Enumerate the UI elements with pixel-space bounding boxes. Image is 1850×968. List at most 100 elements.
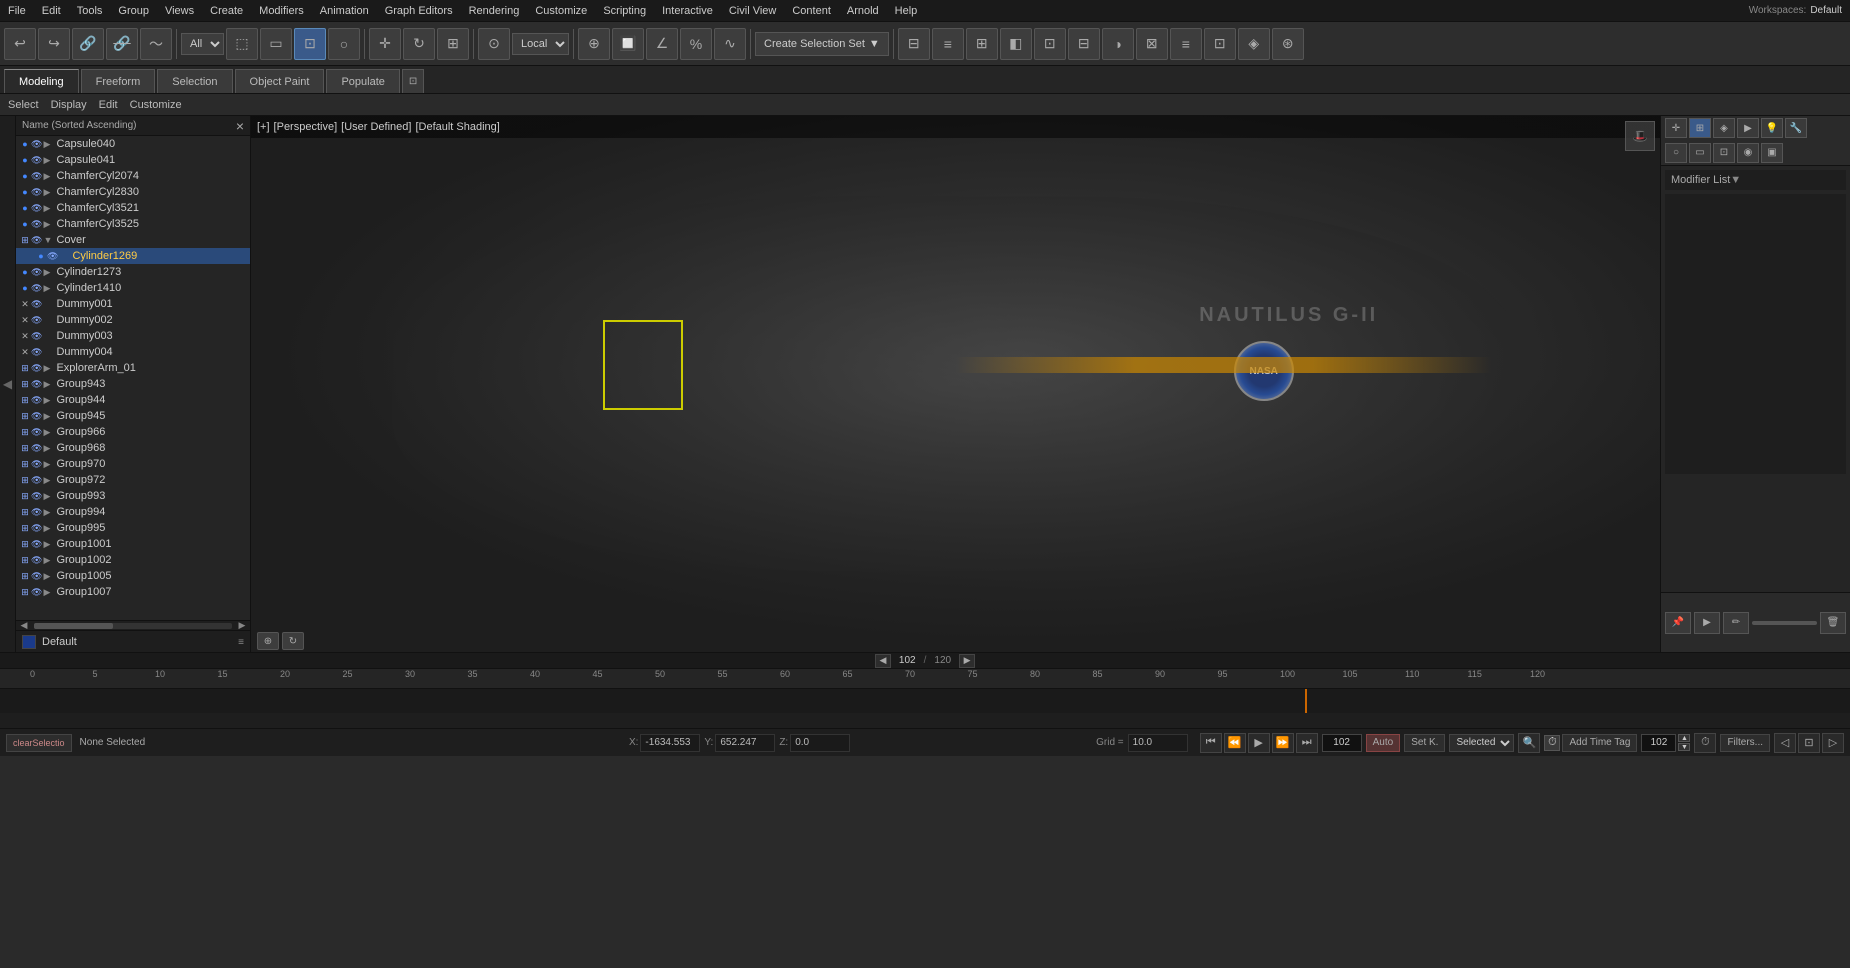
scene-explorer-close-button[interactable]: × (236, 118, 244, 134)
item-expand-icon[interactable]: ▶ (43, 155, 53, 166)
next-frame-button[interactable]: ⏩ (1272, 733, 1294, 753)
environment-button[interactable]: ◈ (1238, 28, 1270, 60)
menu-animation[interactable]: Animation (312, 3, 377, 19)
rotate-button[interactable]: ↻ (403, 28, 435, 60)
tab-object-paint[interactable]: Object Paint (235, 69, 325, 93)
extra-btn-2[interactable]: ⊡ (1798, 733, 1820, 753)
item-visibility-icon[interactable]: 👁 (31, 571, 42, 582)
play-button[interactable]: ▶ (1248, 733, 1270, 753)
item-expand-icon[interactable]: ▶ (43, 283, 53, 294)
goto-end-button[interactable]: ⏭ (1296, 733, 1318, 753)
viewport-canvas[interactable]: NAUTILUS G-II NASA (251, 116, 1660, 652)
item-visibility-icon[interactable]: 👁 (31, 155, 42, 166)
scene-item[interactable]: ●👁▶Capsule041 (16, 152, 250, 168)
selection-filter-dropdown[interactable]: Selected (1449, 734, 1514, 752)
scene-item[interactable]: ⊞👁▼Cover (16, 232, 250, 248)
scene-item[interactable]: ●👁▶ChamferCyl2830 (16, 184, 250, 200)
scene-item[interactable]: ⊞👁▶Group972 (16, 472, 250, 488)
item-expand-icon[interactable]: ▶ (43, 491, 53, 502)
item-expand-icon[interactable]: ▼ (43, 235, 53, 245)
move-button[interactable]: ✛ (369, 28, 401, 60)
sub-menu-display[interactable]: Display (51, 99, 87, 111)
item-visibility-icon[interactable]: 👁 (31, 459, 42, 470)
item-expand-icon[interactable]: ▶ (43, 475, 53, 486)
menu-help[interactable]: Help (887, 3, 926, 19)
frame-counter-input[interactable] (1641, 734, 1676, 752)
tab-populate[interactable]: Populate (326, 69, 399, 93)
tab-modeling[interactable]: Modeling (4, 69, 79, 93)
menu-modifiers[interactable]: Modifiers (251, 3, 312, 19)
timeline-prev-arrow[interactable]: ◀ (875, 654, 891, 668)
scene-item[interactable]: ●👁▶Cylinder1273 (16, 264, 250, 280)
coordinate-system-dropdown[interactable]: Local (512, 33, 569, 55)
tab-dropdown[interactable]: ⊡ (402, 69, 424, 93)
item-visibility-icon[interactable]: 👁 (31, 315, 42, 326)
scene-item[interactable]: ⊞👁▶Group994 (16, 504, 250, 520)
viewport-shading[interactable]: [Default Shading] (415, 121, 499, 133)
menu-arnold[interactable]: Arnold (839, 3, 887, 19)
rectangular-select-button[interactable]: ⊡ (294, 28, 326, 60)
item-visibility-icon[interactable]: 👁 (31, 427, 42, 438)
rp-edit-button[interactable]: ✏ (1723, 612, 1749, 634)
menu-edit[interactable]: Edit (34, 3, 69, 19)
menu-content[interactable]: Content (784, 3, 839, 19)
scene-item[interactable]: ✕👁Dummy004 (16, 344, 250, 360)
render-to-texture-button[interactable]: ⊠ (1136, 28, 1168, 60)
timeline-next-arrow[interactable]: ▶ (959, 654, 975, 668)
scene-item[interactable]: ⊞👁▶Group970 (16, 456, 250, 472)
sub-menu-edit[interactable]: Edit (99, 99, 118, 111)
item-expand-icon[interactable]: ▶ (43, 379, 53, 390)
item-visibility-icon[interactable]: 👁 (31, 219, 42, 230)
item-visibility-icon[interactable]: 👁 (31, 395, 42, 406)
wire-view-btn[interactable]: ⊡ (1713, 143, 1735, 163)
spinner-snap-button[interactable]: ∿ (714, 28, 746, 60)
item-visibility-icon[interactable]: 👁 (31, 555, 42, 566)
item-expand-icon[interactable]: ▶ (43, 171, 53, 182)
item-expand-icon[interactable]: ▶ (43, 219, 53, 230)
item-expand-icon[interactable]: ▶ (43, 267, 53, 278)
viewport-nav-orbit-button[interactable]: ↻ (282, 632, 304, 650)
extra-btn-3[interactable]: ▷ (1822, 733, 1844, 753)
scroll-right-arrow[interactable]: ▶ (234, 621, 250, 631)
scene-item[interactable]: ✕👁Dummy003 (16, 328, 250, 344)
item-expand-icon[interactable]: ▶ (43, 571, 53, 582)
hierarchy-panel-button[interactable]: ◈ (1713, 118, 1735, 138)
search-button[interactable]: 🔍 (1518, 733, 1540, 753)
color-swatch-btn[interactable]: ▣ (1761, 143, 1783, 163)
prev-frame-button[interactable]: ⏪ (1224, 733, 1246, 753)
schematic-view-button[interactable]: ⊞ (966, 28, 998, 60)
item-visibility-icon[interactable]: 👁 (31, 539, 42, 550)
rp-pin-button[interactable]: 📌 (1665, 612, 1691, 634)
percent-snap-button[interactable]: % (680, 28, 712, 60)
item-visibility-icon[interactable]: 👁 (31, 347, 42, 358)
scene-item[interactable]: ✕👁Dummy001 (16, 296, 250, 312)
layer-options-button[interactable]: ≡ (238, 636, 244, 648)
goto-start-button[interactable]: ⏮ (1200, 733, 1222, 753)
menu-scripting[interactable]: Scripting (595, 3, 654, 19)
item-visibility-icon[interactable]: 👁 (31, 523, 42, 534)
scene-item[interactable]: ●👁▶ChamferCyl2074 (16, 168, 250, 184)
menu-rendering[interactable]: Rendering (461, 3, 528, 19)
item-expand-icon[interactable]: ▶ (43, 443, 53, 454)
menu-group[interactable]: Group (110, 3, 157, 19)
item-visibility-icon[interactable]: 👁 (31, 171, 42, 182)
angle-snap-button[interactable]: ∠ (646, 28, 678, 60)
item-visibility-icon[interactable]: 👁 (31, 443, 42, 454)
item-expand-icon[interactable]: ▶ (43, 139, 53, 150)
named-selection-button[interactable]: ⊟ (898, 28, 930, 60)
item-visibility-icon[interactable]: 👁 (31, 187, 42, 198)
item-expand-icon[interactable]: ▶ (43, 411, 53, 422)
item-expand-icon[interactable]: ▶ (43, 203, 53, 214)
scene-item[interactable]: ●👁▶ChamferCyl3525 (16, 216, 250, 232)
item-visibility-icon[interactable]: 👁 (31, 331, 42, 342)
scene-item[interactable]: ✕👁Dummy002 (16, 312, 250, 328)
scene-item[interactable]: ⊞👁▶Group944 (16, 392, 250, 408)
scene-item[interactable]: ⊞👁▶Group1001 (16, 536, 250, 552)
sphere-view-btn[interactable]: ○ (1665, 143, 1687, 163)
item-visibility-icon[interactable]: 👁 (31, 411, 42, 422)
item-expand-icon[interactable]: ▶ (43, 459, 53, 470)
sub-menu-customize[interactable]: Customize (130, 99, 182, 111)
horizontal-scrollbar[interactable]: ◀ ▶ (16, 620, 250, 630)
menu-civil-view[interactable]: Civil View (721, 3, 784, 19)
undo-button[interactable]: ↩ (4, 28, 36, 60)
